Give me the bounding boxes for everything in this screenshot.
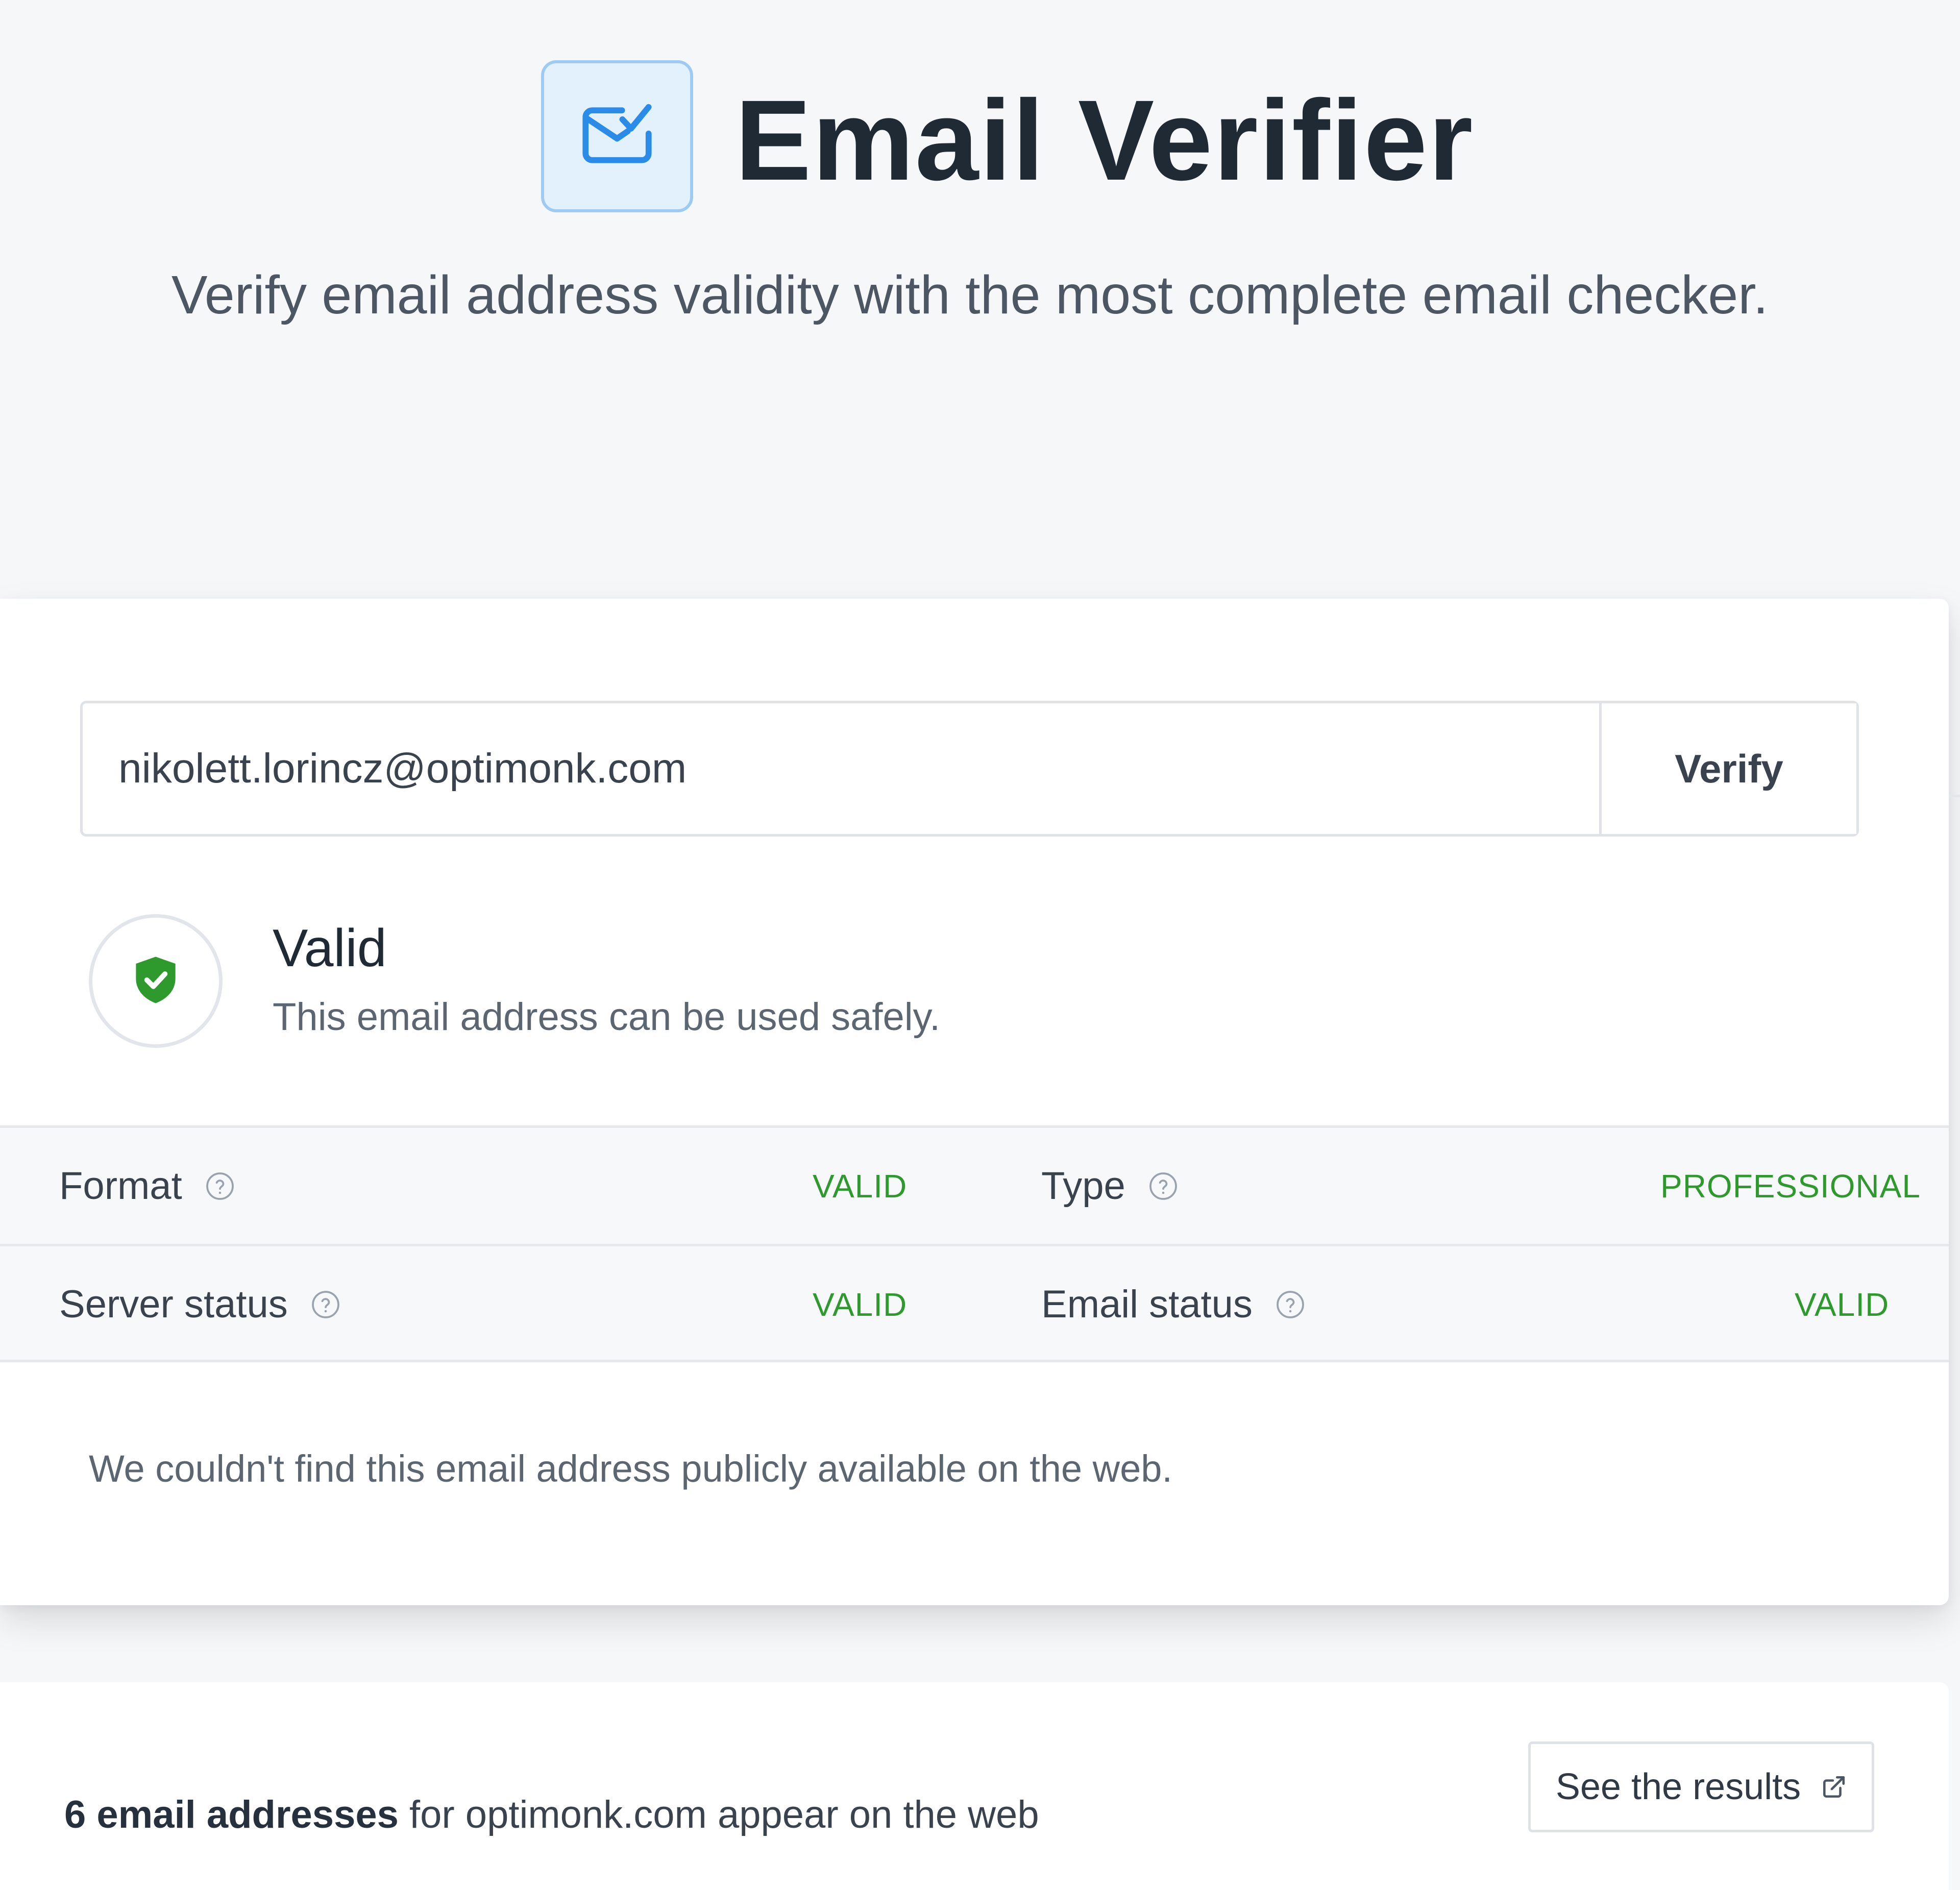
status-badge [89, 914, 223, 1048]
shield-check-icon [132, 954, 179, 1008]
envelope-check-icon [577, 95, 657, 178]
server-status-label: Server status [59, 1246, 341, 1362]
details-row: Server status VALID Email status VALID [0, 1244, 1949, 1362]
email-status-value: VALID [1795, 1286, 1890, 1323]
external-link-icon [1821, 1774, 1847, 1800]
server-status-value: VALID [813, 1286, 908, 1323]
help-icon[interactable] [205, 1171, 235, 1201]
page-subtitle: Verify email address validity with the m… [171, 265, 1769, 325]
type-label-text: Type [1041, 1164, 1125, 1208]
domain-results-rest: for optimonk.com appear on the web [398, 1793, 1039, 1836]
status-title: Valid [273, 919, 387, 978]
divider [1949, 795, 1960, 797]
verifier-card: Verify Valid This email address can be u… [0, 599, 1949, 1605]
details-row: Format VALID Type PROFESSIONAL [0, 1125, 1949, 1244]
see-results-button[interactable]: See the results [1528, 1741, 1874, 1832]
page-header: Email Verifier Verify email address vali… [0, 0, 1960, 597]
status-description: This email address can be used safely. [273, 995, 941, 1039]
email-search-form: Verify [80, 701, 1859, 837]
email-input[interactable] [83, 703, 1599, 834]
type-value: PROFESSIONAL [1660, 1167, 1921, 1205]
see-results-label: See the results [1555, 1766, 1801, 1807]
email-count: 6 email addresses [64, 1793, 399, 1836]
domain-results-bar: 6 email addresses for optimonk.com appea… [0, 1682, 1949, 1890]
server-status-label-text: Server status [59, 1283, 288, 1326]
format-label: Format [59, 1128, 235, 1244]
email-status-label: Email status [1041, 1246, 1306, 1362]
email-verifier-logo [541, 60, 693, 212]
email-status-label-text: Email status [1041, 1283, 1253, 1326]
help-icon[interactable] [1148, 1171, 1179, 1201]
format-value: VALID [813, 1167, 908, 1205]
type-label: Type [1041, 1128, 1179, 1244]
domain-results-text: 6 email addresses for optimonk.com appea… [64, 1789, 1039, 1840]
help-icon[interactable] [310, 1289, 341, 1320]
help-icon[interactable] [1275, 1289, 1306, 1320]
web-presence-note: We couldn't find this email address publ… [89, 1447, 1172, 1490]
details-table: Format VALID Type PROFESSIONAL Server st… [0, 1125, 1949, 1362]
verify-button[interactable]: Verify [1599, 703, 1856, 834]
format-label-text: Format [59, 1164, 182, 1208]
page-title: Email Verifier [735, 77, 1474, 204]
